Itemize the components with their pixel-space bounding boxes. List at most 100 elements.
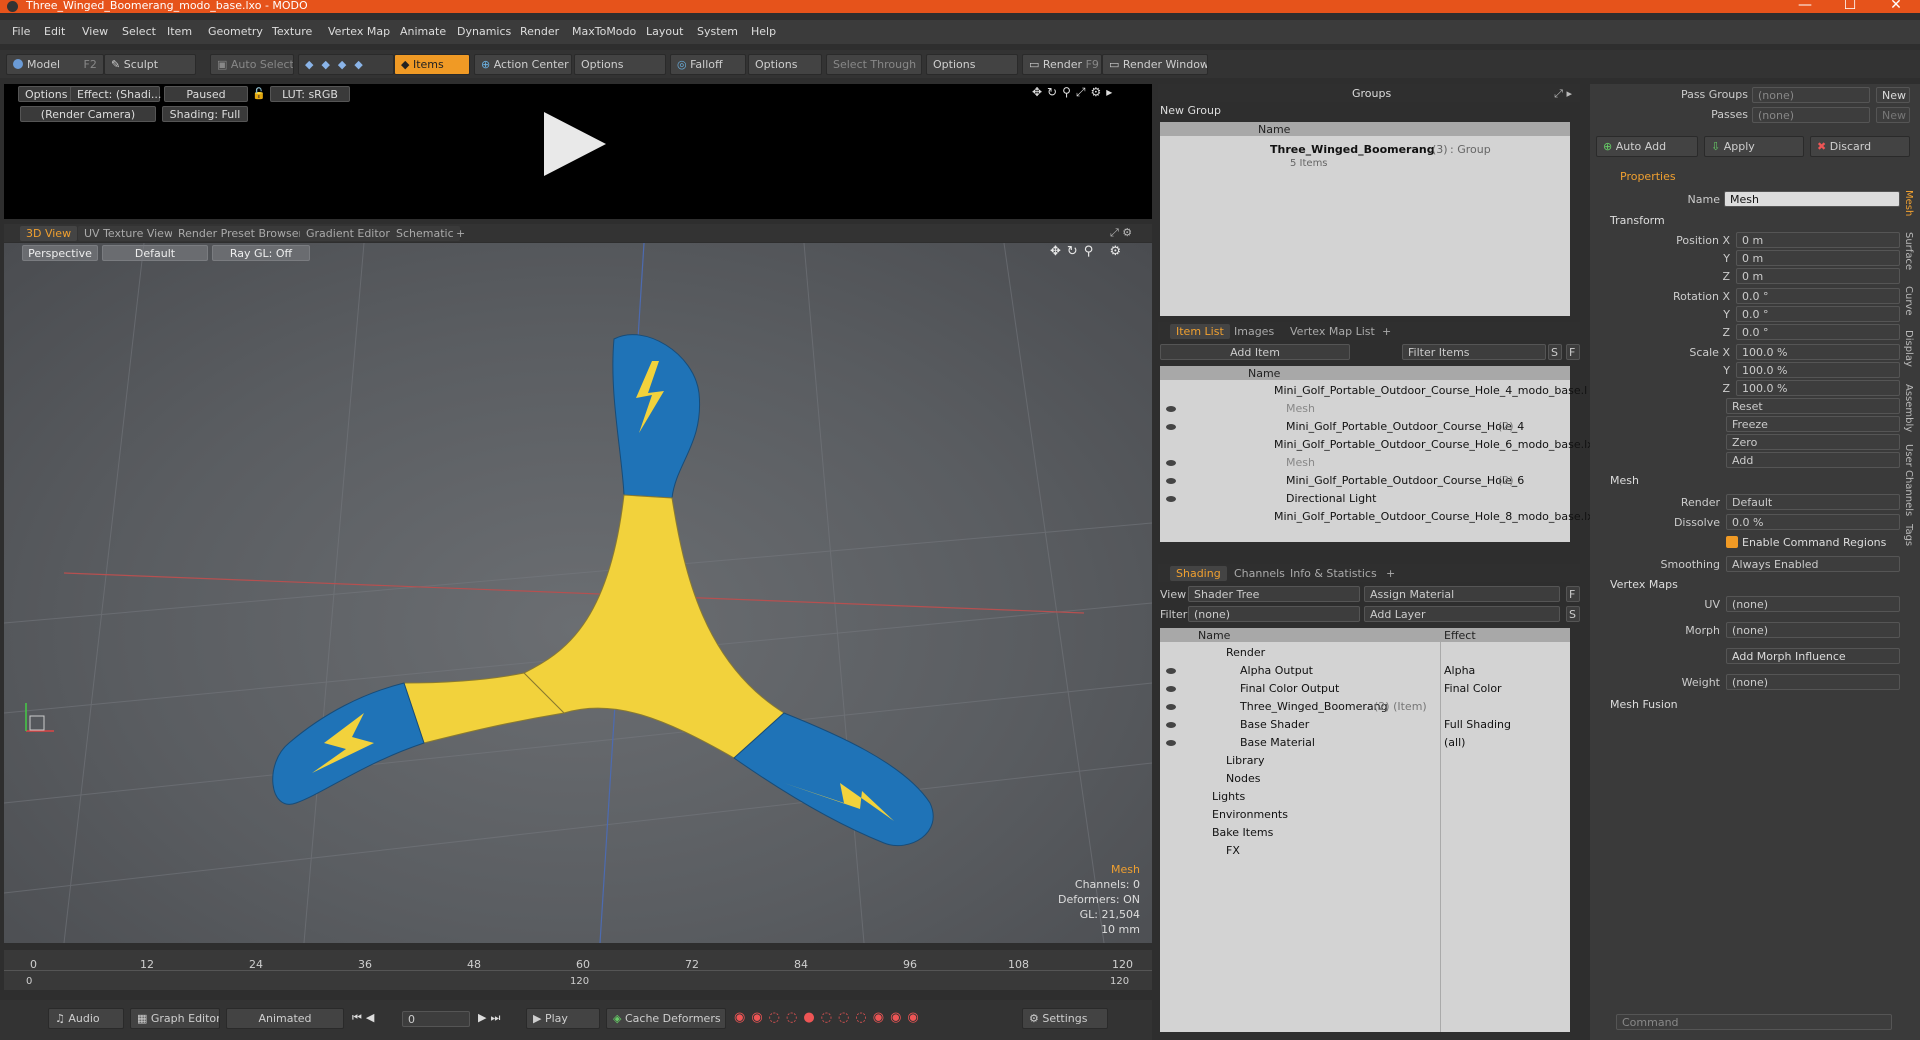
tab-item-list[interactable]: Item List xyxy=(1170,324,1230,339)
list-item[interactable]: Mesh xyxy=(1160,400,1570,418)
render-dropdown[interactable]: Default xyxy=(1726,494,1900,510)
side-tab-display[interactable]: Display xyxy=(1898,330,1914,367)
position-y-input[interactable]: 0 m xyxy=(1736,250,1900,266)
items-mode-button[interactable]: ◆ Items xyxy=(394,54,470,75)
add-item-dropdown[interactable]: Add Item xyxy=(1160,344,1350,360)
side-tab-assembly[interactable]: Assembly xyxy=(1898,384,1914,432)
menu-maxtomodo[interactable]: MaxToModo xyxy=(572,25,636,38)
viewport-expand-icon[interactable]: ⤢ ⚙ xyxy=(1110,226,1132,240)
group-row[interactable]: Three_Winged_Boomerang (3) : Group 5 Ite… xyxy=(1160,142,1570,169)
add-layer-dropdown[interactable]: Add Layer xyxy=(1364,606,1560,622)
name-input[interactable]: Mesh xyxy=(1724,191,1900,207)
list-item[interactable]: Mini_Golf_Portable_Outdoor_Course_Hole_6… xyxy=(1160,436,1600,454)
mesh-fusion-section[interactable]: Mesh Fusion xyxy=(1610,698,1678,711)
list-item[interactable]: Mini_Golf_Portable_Outdoor_Course_Hole_8… xyxy=(1160,508,1600,526)
tab-info-statistics[interactable]: Info & Statistics xyxy=(1284,566,1383,581)
auto-add-button[interactable]: ⊕ Auto Add xyxy=(1596,136,1698,157)
scale-z-input[interactable]: 100.0 % xyxy=(1736,380,1900,396)
graph-editor-button[interactable]: ▦ Graph Editor xyxy=(130,1008,220,1029)
side-tab-curve[interactable]: Curve xyxy=(1898,286,1914,316)
tab-shading[interactable]: Shading xyxy=(1170,566,1227,581)
shader-row[interactable]: Lights xyxy=(1160,788,1570,806)
list-item[interactable]: Mesh xyxy=(1160,454,1570,472)
side-tab-user-channels[interactable]: User Channels xyxy=(1898,444,1914,516)
pass-groups-dropdown[interactable]: (none) xyxy=(1752,87,1870,103)
freeze-dropdown[interactable]: Freeze xyxy=(1726,416,1900,432)
falloff-options-button[interactable]: Options xyxy=(748,54,822,75)
side-tab-surface[interactable]: Surface xyxy=(1898,232,1914,270)
eye-icon[interactable] xyxy=(1166,686,1176,692)
filter-dropdown[interactable]: (none) xyxy=(1188,606,1360,622)
assign-material-dropdown[interactable]: Assign Material xyxy=(1364,586,1560,602)
record-key-icons[interactable]: ◉◉◌◌●◌◌◌◉◉◉ xyxy=(734,1010,925,1025)
shader-row[interactable]: FX xyxy=(1160,842,1570,860)
selection-mode-buttons[interactable]: ◆◆◆◆ xyxy=(298,54,394,75)
new-group-button[interactable]: New Group xyxy=(1160,104,1221,117)
eye-icon[interactable] xyxy=(1166,704,1176,710)
menu-file[interactable]: File xyxy=(12,25,30,38)
lut-dropdown[interactable]: LUT: sRGB xyxy=(270,86,350,102)
menu-system[interactable]: System xyxy=(697,25,738,38)
list-item[interactable]: Directional Light xyxy=(1160,490,1570,508)
audio-button[interactable]: ♫ Audio xyxy=(48,1008,124,1029)
shader-row[interactable]: Base Shader Full Shading xyxy=(1160,716,1570,734)
menu-select[interactable]: Select xyxy=(122,25,156,38)
apply-button[interactable]: ⇩ Apply xyxy=(1704,136,1804,157)
list-item[interactable]: Mini_Golf_Portable_Outdoor_Course_Hole_6… xyxy=(1160,472,1570,490)
shader-row[interactable]: Alpha Output Alpha xyxy=(1160,662,1570,680)
render-preview[interactable]: Options Effect: (Shadi... Paused 🔓 LUT: … xyxy=(4,84,1152,219)
mesh-section[interactable]: Mesh xyxy=(1610,474,1639,487)
passes-dropdown[interactable]: (none) xyxy=(1752,107,1870,123)
scale-y-input[interactable]: 100.0 % xyxy=(1736,362,1900,378)
tab-channels[interactable]: Channels xyxy=(1228,566,1291,581)
menu-dynamics[interactable]: Dynamics xyxy=(457,25,511,38)
shader-row[interactable]: Final Color Output Final Color xyxy=(1160,680,1570,698)
eye-icon[interactable] xyxy=(1166,740,1176,746)
action-center-options-button[interactable]: Options xyxy=(574,54,666,75)
view-dropdown[interactable]: Shader Tree xyxy=(1188,586,1360,602)
add-tab-button[interactable]: + xyxy=(1380,566,1401,581)
groups-expand-icon[interactable]: ⤢ ▸ xyxy=(1554,87,1572,101)
side-tab-mesh[interactable]: Mesh xyxy=(1898,190,1914,216)
preview-paused-button[interactable]: Paused xyxy=(164,86,248,102)
itemlist-s-button[interactable]: S xyxy=(1548,344,1562,360)
model-mode-button[interactable]: Model F2 xyxy=(6,54,104,75)
shading-s-button[interactable]: S xyxy=(1566,606,1580,622)
shading-f-button[interactable]: F xyxy=(1566,586,1580,602)
shader-row[interactable]: Three_Winged_Boomerang (2) (Item) xyxy=(1160,698,1570,716)
menu-help[interactable]: Help xyxy=(751,25,776,38)
preview-options-button[interactable]: Options xyxy=(18,86,75,102)
menu-texture[interactable]: Texture xyxy=(272,25,312,38)
shader-row[interactable]: Bake Items xyxy=(1160,824,1570,842)
eye-icon[interactable] xyxy=(1166,424,1176,430)
pass-groups-new-button[interactable]: New xyxy=(1876,87,1910,103)
select-options-button[interactable]: Options xyxy=(926,54,1018,75)
position-z-input[interactable]: 0 m xyxy=(1736,268,1900,284)
menu-layout[interactable]: Layout xyxy=(646,25,683,38)
eye-icon[interactable] xyxy=(1166,478,1176,484)
weight-dropdown[interactable]: (none) xyxy=(1726,674,1900,690)
select-through-button[interactable]: Select Through xyxy=(826,54,922,75)
rotation-z-input[interactable]: 0.0 ° xyxy=(1736,324,1900,340)
morph-dropdown[interactable]: (none) xyxy=(1726,622,1900,638)
add-tab-button[interactable]: + xyxy=(1376,324,1397,339)
menu-animate[interactable]: Animate xyxy=(400,25,446,38)
menu-geometry[interactable]: Geometry xyxy=(208,25,263,38)
sculpt-mode-button[interactable]: ✎ Sculpt xyxy=(104,54,196,75)
menu-render[interactable]: Render xyxy=(520,25,559,38)
range-end[interactable]: 120 xyxy=(1110,976,1129,987)
action-center-button[interactable]: ⊕ Action Center xyxy=(474,54,572,75)
tab-3d-view[interactable]: 3D View xyxy=(20,226,78,241)
3d-viewport[interactable]: Perspective Default Ray GL: Off ✥↻⚲ ⚙ Me… xyxy=(4,243,1152,943)
itemlist-f-button[interactable]: F xyxy=(1566,344,1580,360)
side-tab-tags[interactable]: Tags xyxy=(1898,524,1914,546)
menu-edit[interactable]: Edit xyxy=(44,25,65,38)
cache-deformers-button[interactable]: ◈ Cache Deformers xyxy=(606,1008,726,1029)
shader-row[interactable]: Render xyxy=(1160,644,1570,662)
position-x-input[interactable]: 0 m xyxy=(1736,232,1900,248)
eye-icon[interactable] xyxy=(1166,722,1176,728)
list-item[interactable]: Mini_Golf_Portable_Outdoor_Course_Hole_4… xyxy=(1160,382,1601,400)
tab-gradient-editor[interactable]: Gradient Editor xyxy=(300,226,396,241)
shader-row[interactable]: Nodes xyxy=(1160,770,1570,788)
reset-dropdown[interactable]: Reset xyxy=(1726,398,1900,414)
